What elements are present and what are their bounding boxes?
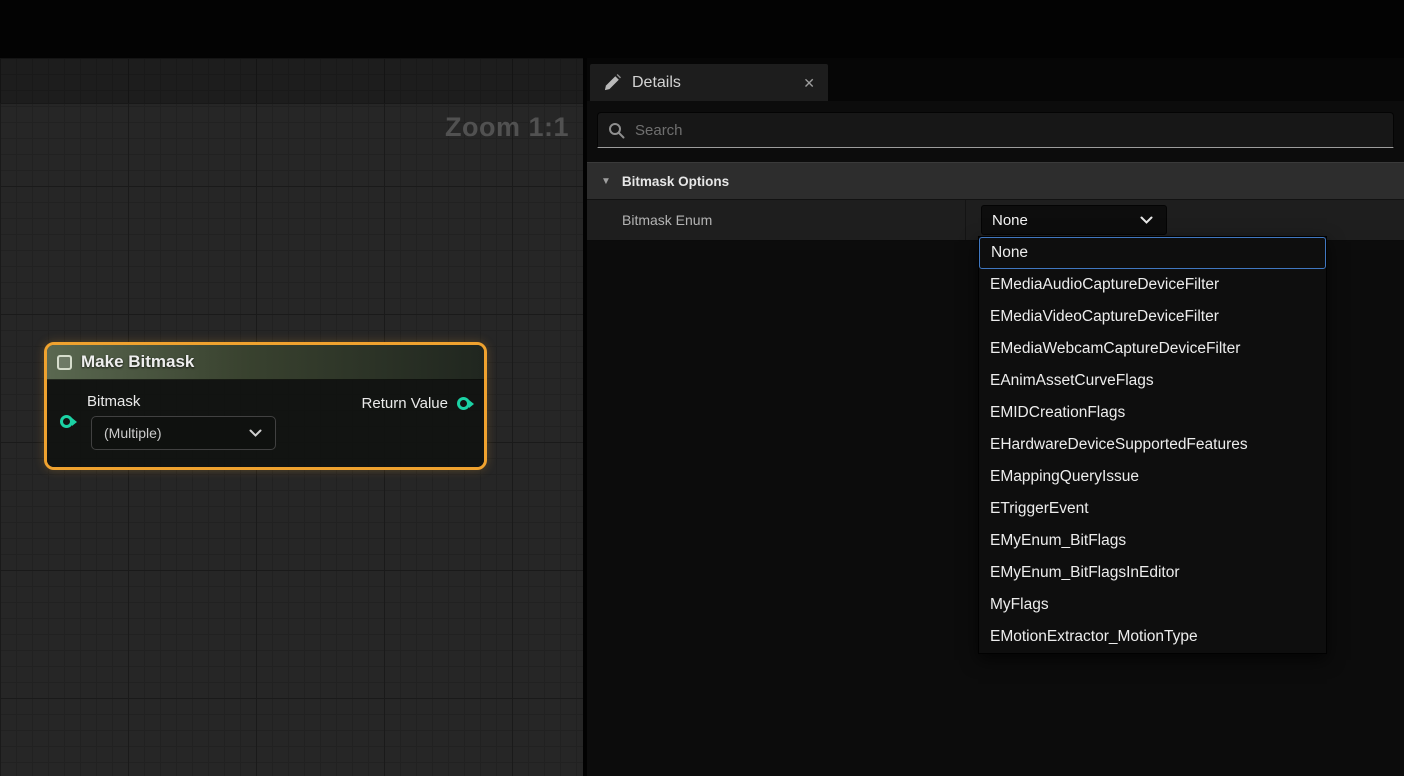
- details-tab-title: Details: [632, 74, 681, 92]
- bitmask-input-pin-icon[interactable]: [60, 415, 73, 428]
- dropdown-option[interactable]: EMIDCreationFlags: [979, 397, 1326, 429]
- blueprint-graph-canvas[interactable]: Zoom 1:1 Make Bitmask Bitmask (Multiple)…: [0, 58, 583, 776]
- details-tab-row: Details ✕: [587, 58, 1404, 101]
- dropdown-option[interactable]: None: [979, 237, 1326, 269]
- category-expand-arrow-icon: ▼: [601, 176, 611, 187]
- details-tab[interactable]: Details ✕: [590, 64, 828, 101]
- category-bitmask-options[interactable]: ▼ Bitmask Options: [587, 162, 1404, 200]
- property-value-cell: None: [965, 200, 1404, 240]
- dropdown-option[interactable]: ETriggerEvent: [979, 493, 1326, 525]
- node-body: Bitmask (Multiple) Return Value: [47, 380, 484, 467]
- chevron-down-icon: [1140, 216, 1153, 224]
- dropdown-option[interactable]: EAnimAssetCurveFlags: [979, 365, 1326, 397]
- return-value-pin-icon[interactable]: [457, 397, 470, 410]
- node-title: Make Bitmask: [81, 352, 194, 372]
- dropdown-option[interactable]: EHardwareDeviceSupportedFeatures: [979, 429, 1326, 461]
- close-icon[interactable]: ✕: [803, 76, 815, 90]
- dropdown-option[interactable]: EMotionExtractor_MotionType: [979, 621, 1326, 653]
- category-title: Bitmask Options: [622, 174, 729, 189]
- search-icon: [608, 122, 625, 139]
- chevron-down-icon: [249, 429, 262, 437]
- top-menu-bar: [0, 0, 1404, 58]
- dropdown-option[interactable]: MyFlags: [979, 589, 1326, 621]
- bitmask-enum-combobox[interactable]: None: [981, 205, 1167, 235]
- output-pin-label: Return Value: [362, 395, 448, 412]
- dropdown-option[interactable]: EMyEnum_BitFlagsInEditor: [979, 557, 1326, 589]
- bitmask-value-text: (Multiple): [104, 425, 162, 441]
- bitmask-enum-property-row: Bitmask Enum None: [587, 200, 1404, 241]
- zoom-level-label: Zoom 1:1: [445, 112, 569, 143]
- search-box[interactable]: [597, 112, 1394, 148]
- input-pin-label: Bitmask: [87, 393, 276, 410]
- combo-selected-value: None: [992, 212, 1028, 229]
- make-bitmask-node[interactable]: Make Bitmask Bitmask (Multiple) Return V…: [44, 342, 487, 470]
- make-struct-icon: [57, 355, 72, 370]
- property-label: Bitmask Enum: [587, 200, 965, 240]
- dropdown-option[interactable]: EMediaWebcamCaptureDeviceFilter: [979, 333, 1326, 365]
- enum-dropdown-list: None EMediaAudioCaptureDeviceFilter EMed…: [978, 236, 1327, 654]
- details-pencil-icon: [603, 74, 621, 92]
- bitmask-value-dropdown[interactable]: (Multiple): [91, 416, 276, 450]
- dropdown-option[interactable]: EMyEnum_BitFlags: [979, 525, 1326, 557]
- graph-top-shade: [0, 58, 583, 104]
- search-input[interactable]: [635, 122, 1383, 139]
- search-row: [587, 101, 1404, 148]
- details-panel: Details ✕ ▼ Bitmask Options Bitmask Enum…: [583, 58, 1404, 776]
- node-header[interactable]: Make Bitmask: [47, 345, 484, 380]
- dropdown-option[interactable]: EMediaAudioCaptureDeviceFilter: [979, 269, 1326, 301]
- dropdown-option[interactable]: EMappingQueryIssue: [979, 461, 1326, 493]
- dropdown-option[interactable]: EMediaVideoCaptureDeviceFilter: [979, 301, 1326, 333]
